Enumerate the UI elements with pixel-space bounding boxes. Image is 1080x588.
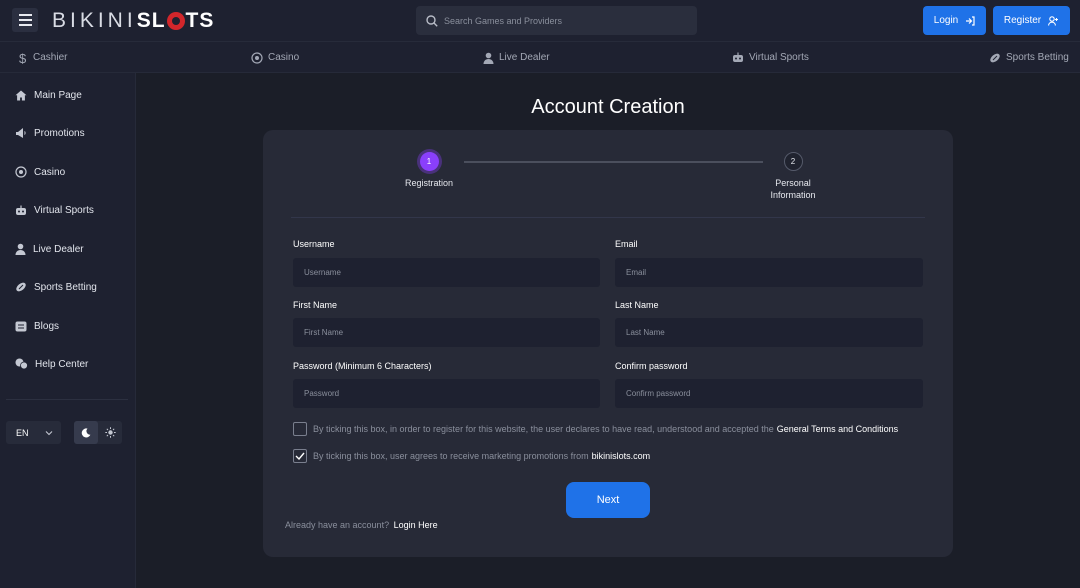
sidebar-divider xyxy=(6,399,128,400)
category-sports-betting[interactable]: Sports Betting xyxy=(989,42,1069,73)
last-name-label: Last Name xyxy=(615,300,659,310)
sidebar-item-sports-betting[interactable]: Sports Betting xyxy=(15,277,97,297)
marketing-checkbox[interactable] xyxy=(293,449,307,463)
email-label: Email xyxy=(615,239,638,249)
sidebar-item-virtual-sports[interactable]: Virtual Sports xyxy=(15,200,94,220)
search-icon xyxy=(426,14,438,27)
sidebar-item-promotions[interactable]: Promotions xyxy=(15,123,85,143)
sidebar-item-main-page[interactable]: Main Page xyxy=(15,85,82,105)
terms-link[interactable]: General Terms and Conditions xyxy=(777,424,898,434)
search-input[interactable] xyxy=(444,15,684,26)
light-mode-option[interactable] xyxy=(98,421,122,444)
site-logo[interactable]: BIKINI SL TS xyxy=(52,9,214,33)
search-bar[interactable] xyxy=(416,6,697,35)
category-cashier[interactable]: $ Cashier xyxy=(18,42,67,73)
robot-icon xyxy=(733,52,743,62)
site-link[interactable]: bikinislots.com xyxy=(592,451,651,461)
chevron-down-icon xyxy=(45,430,53,435)
language-selector[interactable]: EN xyxy=(6,421,61,444)
dealer-icon xyxy=(15,243,26,255)
moon-icon xyxy=(81,427,91,437)
step-2-indicator: 2 xyxy=(783,152,803,171)
sidebar-item-help-center[interactable]: Help Center xyxy=(15,354,88,374)
category-casino[interactable]: Casino xyxy=(251,42,299,73)
dollar-icon: $ xyxy=(19,52,27,64)
sun-icon xyxy=(104,427,116,438)
megaphone-icon xyxy=(16,128,26,138)
registration-card: 1 Registration 2 Personal Information Us… xyxy=(263,130,953,557)
marketing-row: By ticking this box, user agrees to rece… xyxy=(293,449,650,463)
terms-row: By ticking this box, in order to registe… xyxy=(293,422,898,436)
roulette-icon xyxy=(251,51,263,64)
checkmark-icon xyxy=(295,452,305,460)
card-divider xyxy=(291,217,925,218)
already-have-account: Already have an account? Login Here xyxy=(285,520,438,530)
logo-ball-icon xyxy=(166,12,185,30)
password-label: Password (Minimum 6 Characters) xyxy=(293,361,432,371)
home-icon xyxy=(15,90,27,100)
blog-icon xyxy=(15,321,27,331)
first-name-label: First Name xyxy=(293,300,338,310)
top-header: BIKINISLTS Login Register xyxy=(0,0,1080,42)
login-button[interactable]: Login xyxy=(923,6,986,35)
page-title: Account Creation xyxy=(531,96,685,118)
category-bar: $ Cashier Casino Live Dealer Virtual Spo… xyxy=(0,42,1080,73)
football-icon xyxy=(16,282,26,292)
sidebar-item-live-dealer[interactable]: Live Dealer xyxy=(15,239,84,259)
svg-text:$: $ xyxy=(19,52,27,64)
login-here-link[interactable]: Login Here xyxy=(394,520,438,530)
theme-toggle[interactable] xyxy=(74,421,122,444)
username-field[interactable] xyxy=(293,258,600,287)
password-field[interactable] xyxy=(293,379,600,408)
stepper-line xyxy=(464,161,763,163)
confirm-password-label: Confirm password xyxy=(615,361,688,371)
menu-icon[interactable] xyxy=(12,8,38,32)
login-arrow-icon xyxy=(966,15,975,26)
add-user-icon xyxy=(1048,15,1059,26)
dark-mode-option[interactable] xyxy=(74,421,98,444)
football-icon xyxy=(990,53,1000,62)
first-name-field[interactable] xyxy=(293,318,600,347)
sidebar: Main Page Promotions Casino Virtual Spor… xyxy=(0,73,136,588)
sidebar-item-casino[interactable]: Casino xyxy=(15,162,65,182)
step-registration: 1 Registration xyxy=(394,152,464,189)
step-personal-information: 2 Personal Information xyxy=(757,152,829,201)
username-label: Username xyxy=(293,239,335,249)
robot-icon xyxy=(16,205,26,215)
roulette-icon xyxy=(15,166,27,178)
next-button[interactable]: Next xyxy=(566,482,650,518)
category-virtual-sports[interactable]: Virtual Sports xyxy=(732,42,809,73)
confirm-password-field[interactable] xyxy=(615,379,923,408)
help-icon xyxy=(15,358,28,370)
category-live-dealer[interactable]: Live Dealer xyxy=(483,42,550,73)
step-1-indicator: 1 xyxy=(419,152,439,171)
email-field[interactable] xyxy=(615,258,923,287)
register-button[interactable]: Register xyxy=(993,6,1070,35)
terms-checkbox[interactable] xyxy=(293,422,307,436)
dealer-icon xyxy=(483,52,494,64)
last-name-field[interactable] xyxy=(615,318,923,347)
sidebar-item-blogs[interactable]: Blogs xyxy=(15,316,59,336)
